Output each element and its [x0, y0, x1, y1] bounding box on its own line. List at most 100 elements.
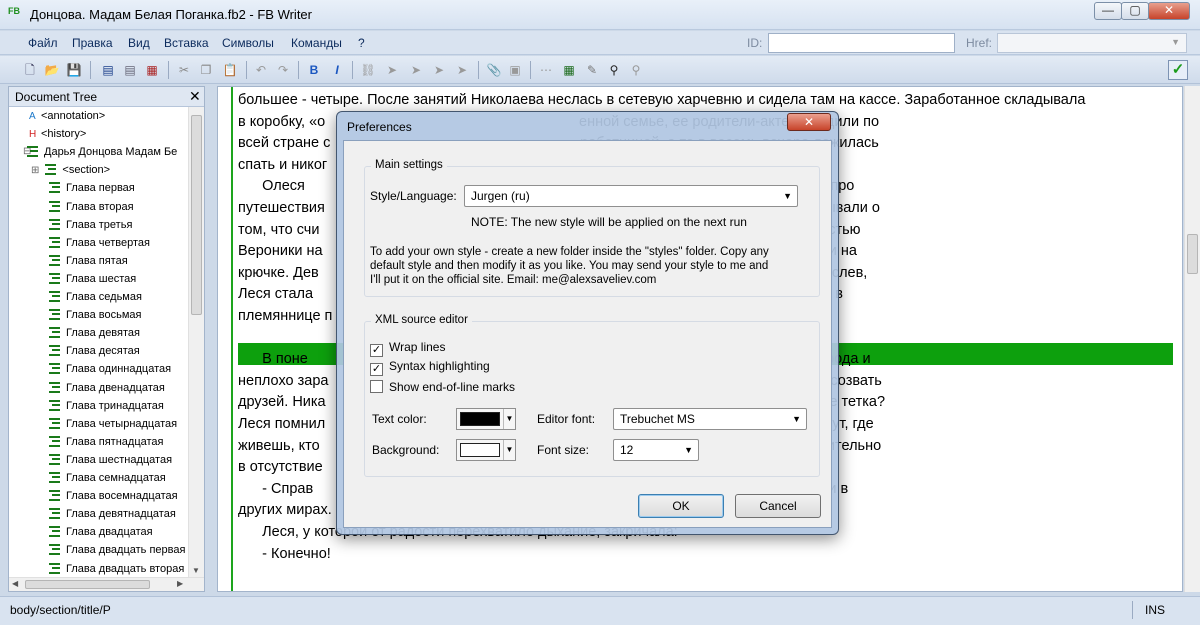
italic-icon[interactable]: I [329, 62, 345, 78]
section-icon [49, 254, 60, 266]
tree-item[interactable]: Глава двадцать вторая [49, 562, 184, 576]
validate-icon[interactable]: ✓ [1168, 60, 1188, 80]
tree-item[interactable]: Глава одиннадцатая [49, 362, 171, 376]
open-icon[interactable]: 📂 [44, 62, 60, 78]
section-icon [49, 399, 60, 411]
syntax-highlighting-checkbox[interactable]: ✓ Syntax highlighting [370, 359, 490, 376]
ok-button[interactable]: OK [638, 494, 724, 518]
wrap-lines-checkbox[interactable]: ✓ Wrap lines [370, 340, 445, 357]
tree-item[interactable]: Глава четырнадцатая [49, 417, 177, 431]
section-icon [49, 508, 60, 520]
tree-item[interactable]: Глава тринадцатая [49, 399, 164, 413]
tree-item[interactable]: Глава девятая [49, 326, 140, 340]
expand-icon[interactable]: ⊞ [31, 165, 39, 176]
text-color-picker[interactable]: ▼ [456, 408, 516, 430]
dialog-close-button[interactable]: ✕ [787, 113, 831, 131]
menu-help[interactable]: ? [358, 36, 365, 50]
tree-item[interactable]: Глава вторая [49, 200, 134, 214]
background-color-picker[interactable]: ▼ [456, 439, 516, 461]
tree-item[interactable]: Глава пятнадцатая [49, 435, 164, 449]
close-icon[interactable]: ✕ [189, 88, 201, 105]
checkbox-box[interactable]: ✓ [370, 344, 383, 357]
editor-vertical-scrollbar[interactable] [1184, 86, 1200, 592]
tree-item[interactable]: Глава девятнадцатая [49, 507, 176, 521]
tag4-icon[interactable]: ➤ [454, 62, 470, 78]
tree-item[interactable]: Глава восемнадцатая [49, 489, 178, 503]
editor-line: большее - четыре. После занятий Николаев… [238, 92, 1086, 108]
tag3-icon[interactable]: ➤ [431, 62, 447, 78]
redo-icon[interactable]: ↷ [275, 62, 291, 78]
scrollbar-thumb[interactable] [191, 115, 202, 315]
copy-icon[interactable]: ❐ [198, 62, 214, 78]
close-button[interactable]: ✕ [1148, 2, 1190, 20]
tree-item[interactable]: ⊞ <section> [31, 163, 110, 178]
tree-item[interactable]: Глава четвертая [49, 236, 150, 250]
view-source-icon[interactable]: ▦ [144, 62, 160, 78]
menu-edit[interactable]: Правка [72, 36, 113, 50]
editor-font-select[interactable]: Trebuchet MS ▼ [613, 408, 807, 430]
id-input[interactable] [768, 33, 955, 53]
tree-item[interactable]: Глава пятая [49, 254, 128, 268]
view-tree-icon[interactable]: ▤ [100, 62, 116, 78]
scroll-down-icon[interactable]: ▼ [192, 566, 200, 575]
spell-icon[interactable]: ✎ [584, 62, 600, 78]
link-icon[interactable]: ⛓ [360, 62, 376, 78]
cancel-button[interactable]: Cancel [735, 494, 821, 518]
chevron-down-icon: ▼ [792, 414, 801, 424]
menu-file[interactable]: Файл [28, 36, 58, 50]
checkbox-box[interactable]: ✓ [370, 363, 383, 376]
bold-icon[interactable]: B [306, 62, 322, 78]
tag2-icon[interactable]: ➤ [408, 62, 424, 78]
replace-icon[interactable]: ⚲ [628, 62, 644, 78]
tree-item[interactable]: Глава шестнадцатая [49, 453, 172, 467]
attach-icon[interactable]: 📎 [486, 62, 502, 78]
table-icon[interactable]: ▦ [561, 62, 577, 78]
section-icon [49, 363, 60, 375]
tree-item[interactable]: H <history> [29, 127, 86, 142]
tree-item-label: Глава одиннадцатая [66, 363, 172, 376]
font-size-select[interactable]: 12 ▼ [613, 439, 699, 461]
href-input[interactable]: ▼ [997, 33, 1187, 53]
tree-item[interactable]: Глава восьмая [49, 308, 141, 322]
tree-item[interactable]: Глава десятая [49, 344, 140, 358]
checkbox-box[interactable] [370, 380, 383, 393]
tree-item[interactable]: Глава двенадцатая [49, 381, 165, 395]
tree-item[interactable]: Глава семнадцатая [49, 471, 166, 485]
minimize-button[interactable]: — [1094, 2, 1122, 20]
undo-icon[interactable]: ↶ [253, 62, 269, 78]
section-icon [49, 417, 60, 429]
menu-symbols[interactable]: Символы [222, 36, 274, 50]
tree-horizontal-scrollbar[interactable]: ◀ ▶ [9, 577, 204, 591]
tree-item[interactable]: Глава двадцатая [49, 525, 153, 539]
image-icon[interactable]: ▣ [507, 62, 523, 78]
tree-item[interactable]: Глава двадцать первая [49, 543, 185, 557]
tree-item[interactable]: Глава первая [49, 181, 135, 195]
cut-icon[interactable]: ✂ [176, 62, 192, 78]
tree-vertical-scrollbar[interactable]: ▼ [188, 107, 204, 577]
tree-item[interactable]: Глава третья [49, 218, 132, 232]
menu-insert[interactable]: Вставка [164, 36, 209, 50]
find-icon[interactable]: ⚲ [606, 62, 622, 78]
new-icon[interactable]: 🗋 [22, 62, 38, 78]
background-label: Background: [372, 443, 440, 457]
scroll-left-icon[interactable]: ◀ [12, 579, 18, 588]
maximize-button[interactable]: ▢ [1121, 2, 1149, 20]
scroll-right-icon[interactable]: ▶ [177, 579, 183, 588]
scrollbar-thumb[interactable] [1187, 234, 1198, 274]
menu-view[interactable]: Вид [128, 36, 150, 50]
tree-item[interactable]: A <annotation> [29, 109, 105, 124]
menu-commands[interactable]: Команды [291, 36, 342, 50]
save-icon[interactable]: 💾 [66, 62, 82, 78]
tree-item[interactable]: ⊟ Дарья Донцова Мадам Бе [23, 145, 177, 159]
view-desc-icon[interactable]: ▤ [122, 62, 138, 78]
nbsp-icon[interactable]: ⋯ [538, 62, 554, 78]
tree-item[interactable]: Глава седьмая [49, 290, 142, 304]
preferences-dialog: Preferences ✕ Main settings Style/Langua… [336, 111, 839, 535]
tag-icon[interactable]: ➤ [384, 62, 400, 78]
paste-icon[interactable]: 📋 [222, 62, 238, 78]
tree-item[interactable]: Глава шестая [49, 272, 136, 286]
style-language-select[interactable]: Jurgen (ru) ▼ [464, 185, 798, 207]
show-eol-checkbox[interactable]: Show end-of-line marks [370, 380, 515, 394]
scrollbar-thumb[interactable] [25, 580, 150, 589]
section-icon [49, 526, 60, 538]
